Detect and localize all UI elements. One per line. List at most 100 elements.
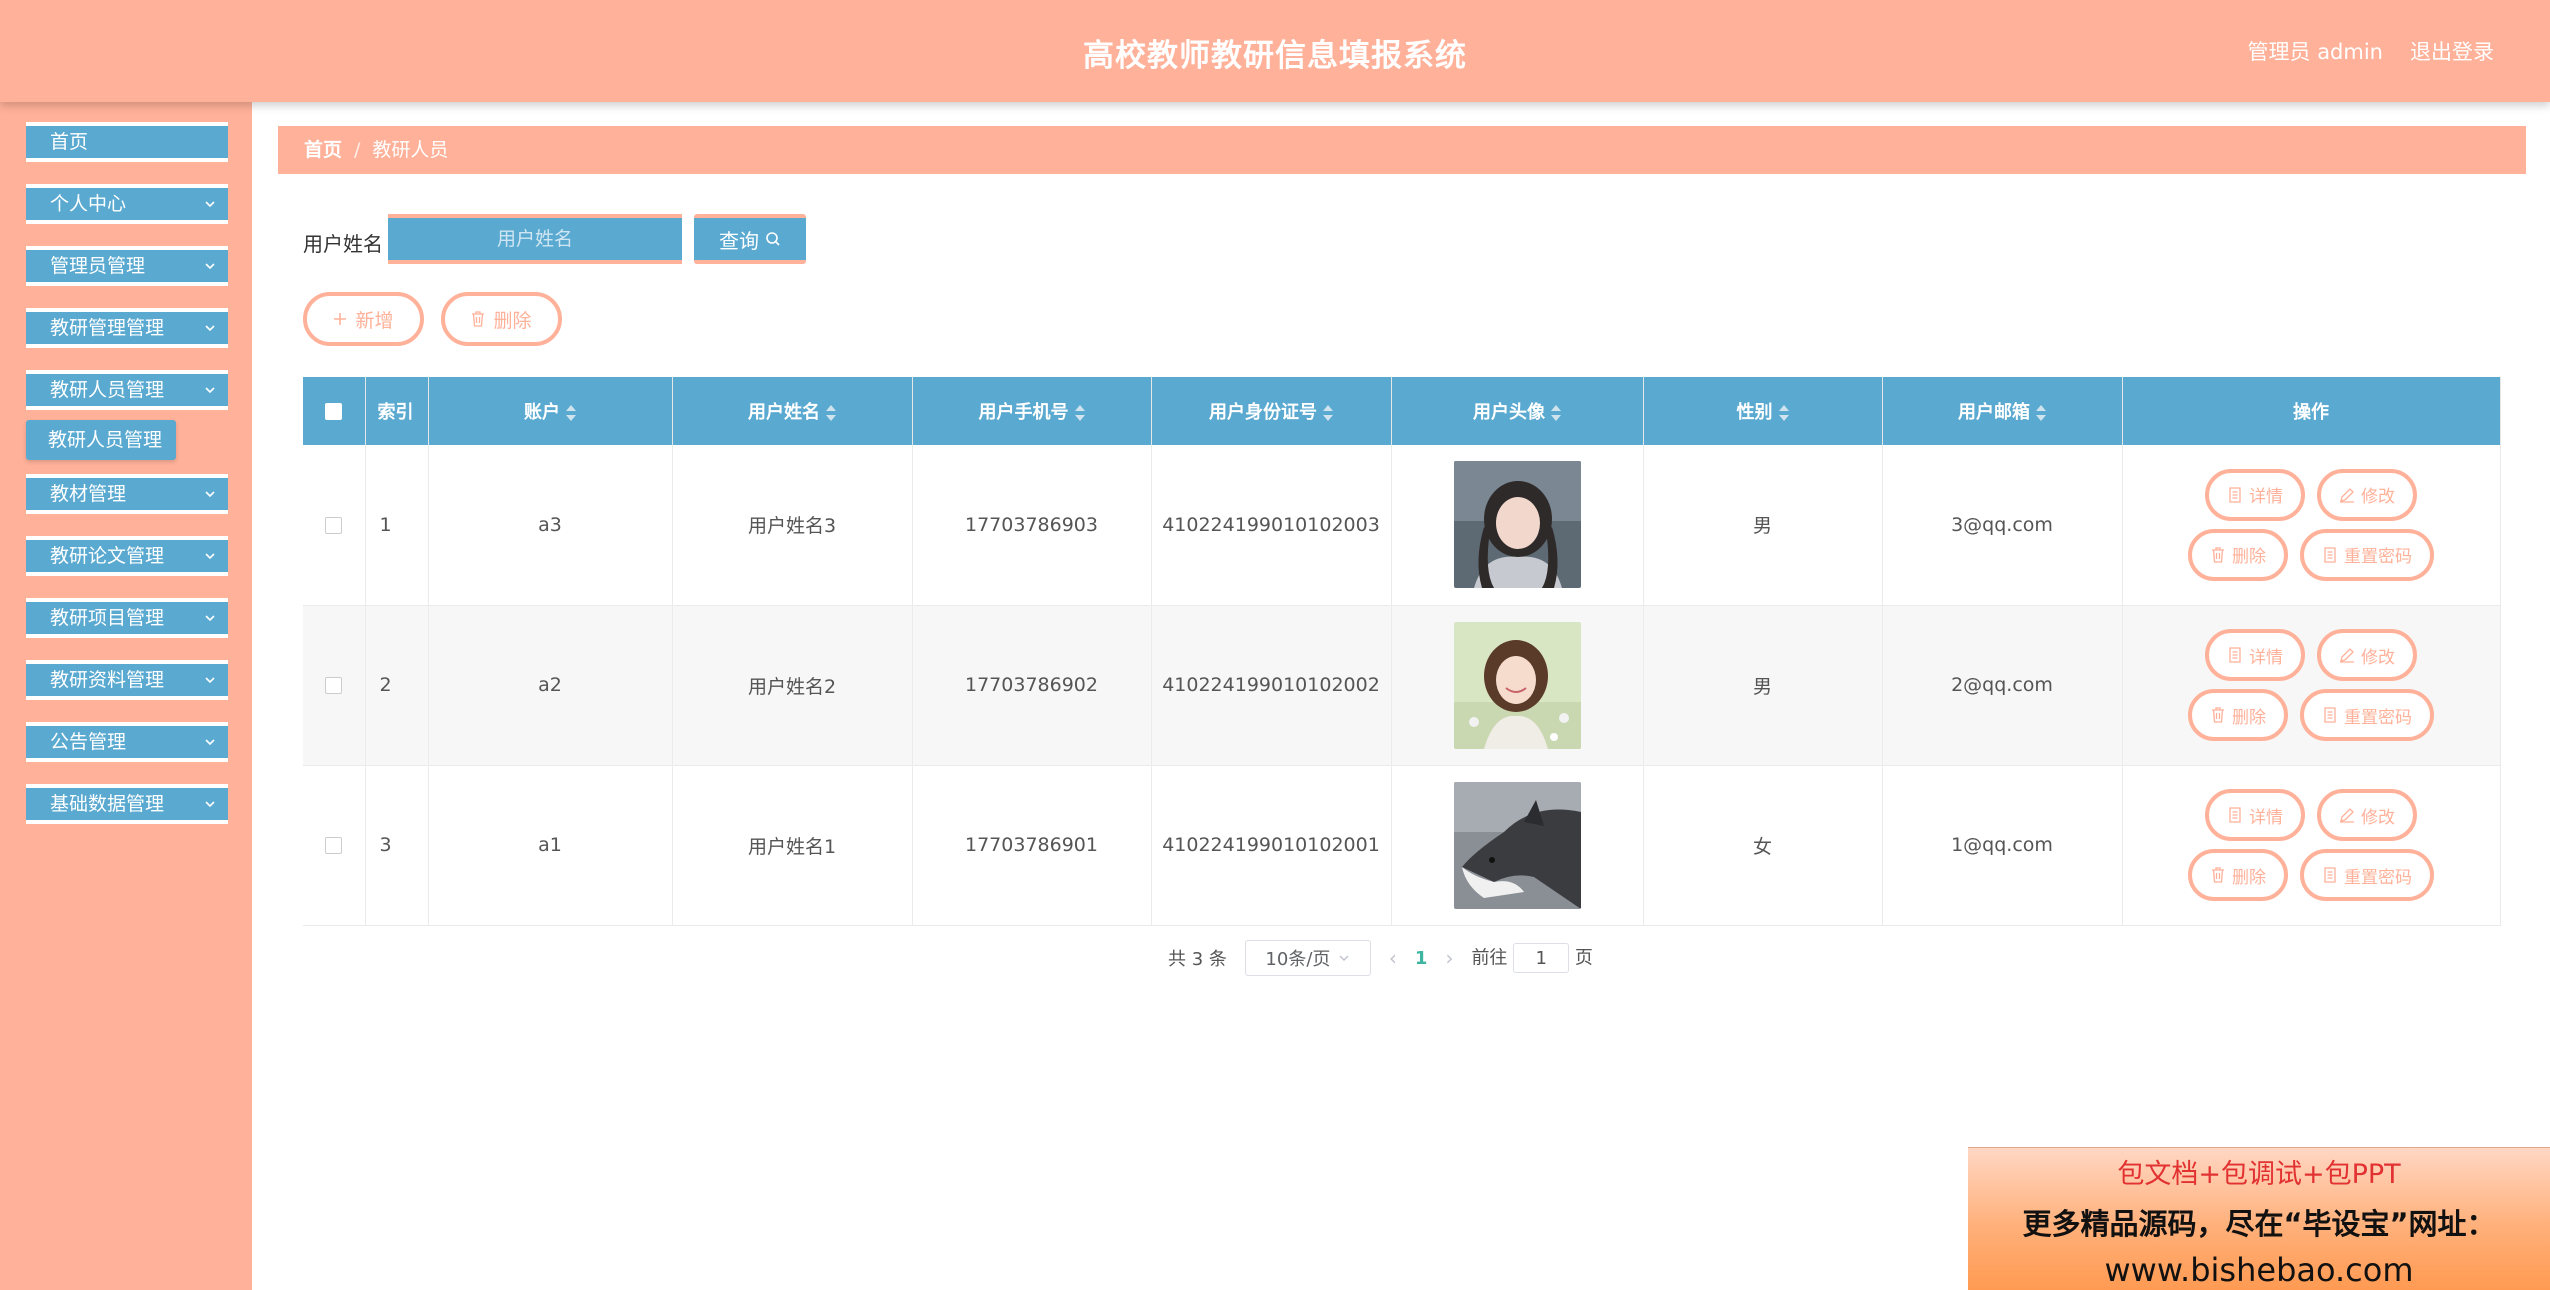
cell-index: 3 (365, 765, 429, 926)
document-icon (2324, 547, 2336, 563)
trash-icon (2212, 547, 2224, 563)
table-row: 1 a3 用户姓名3 17703786903 41022419901010200… (303, 445, 2501, 606)
breadcrumb-home[interactable]: 首页 (304, 139, 342, 161)
col-email[interactable]: 用户邮箱 (1882, 377, 2123, 445)
goto-prefix: 前往 (1471, 947, 1508, 969)
col-phone[interactable]: 用户手机号 (912, 377, 1152, 445)
col-gender-label: 性别 (1736, 402, 1773, 423)
col-ops: 操作 (2122, 377, 2501, 445)
pagination: 共 3 条 10条/页 ‹ 1 › 前往 页 (1168, 940, 1593, 976)
sidebar-item-textbooks[interactable]: 教材管理 (26, 474, 228, 514)
sort-icon (1778, 405, 1789, 421)
detail-button[interactable]: 详情 (2205, 468, 2305, 521)
search-button-label: 查询 (719, 228, 759, 253)
col-account[interactable]: 账户 (428, 377, 673, 445)
sidebar-item-materials[interactable]: 教研资料管理 (26, 660, 228, 700)
sidebar-item-home[interactable]: 首页 (26, 122, 228, 162)
col-id-card[interactable]: 用户身份证号 (1151, 377, 1392, 445)
sidebar-subitem-researchers[interactable]: 教研人员管理 (26, 420, 176, 460)
sort-icon (2036, 405, 2046, 421)
sidebar-item-label: 管理员管理 (50, 255, 146, 277)
document-icon (2229, 647, 2241, 663)
row-checkbox[interactable] (325, 677, 343, 694)
detail-button[interactable]: 详情 (2205, 789, 2305, 841)
search-input[interactable] (388, 214, 682, 264)
detail-button-label: 详情 (2249, 807, 2283, 828)
edit-button[interactable]: 修改 (2317, 789, 2417, 841)
chevron-down-icon (205, 325, 215, 332)
detail-button[interactable]: 详情 (2205, 629, 2305, 681)
bulk-delete-button-label: 删除 (493, 309, 532, 332)
avatar (1453, 621, 1581, 749)
reset-password-button[interactable]: 重置密码 (2300, 528, 2434, 581)
row-select-cell (303, 765, 366, 926)
cell-avatar (1391, 605, 1644, 766)
goto-label: 前往 页 (1471, 943, 1593, 973)
system-title: 高校教师教研信息填报系统 (1083, 38, 1467, 74)
col-avatar[interactable]: 用户头像 (1391, 377, 1644, 445)
cell-phone: 17703786903 (912, 445, 1152, 606)
delete-button[interactable]: 删除 (2188, 849, 2288, 901)
delete-button-label: 删除 (2232, 867, 2266, 888)
chevron-down-icon (205, 201, 215, 208)
cell-email: 2@qq.com (1882, 605, 2123, 766)
chevron-down-icon (205, 677, 215, 684)
chevron-down-icon (205, 801, 215, 808)
next-page-icon[interactable]: › (1445, 946, 1453, 970)
sidebar-item-label: 教研论文管理 (50, 545, 165, 567)
cell-index: 2 (365, 605, 429, 766)
page-size-select[interactable]: 10条/页 (1244, 940, 1371, 976)
col-gender[interactable]: 性别 (1643, 377, 1883, 445)
search-icon (766, 232, 780, 246)
cell-gender: 男 (1643, 445, 1883, 606)
sidebar-item-projects[interactable]: 教研项目管理 (26, 598, 228, 638)
cell-account: a1 (428, 765, 673, 926)
col-name[interactable]: 用户姓名 (672, 377, 913, 445)
cell-avatar (1391, 765, 1644, 926)
sidebar-item-research-management[interactable]: 教研管理管理 (26, 308, 228, 348)
table-header-row: 索引 账户 用户姓名 用户手机号 用户身份证号 用户头像 性别 用户邮箱 操作 (303, 377, 2501, 445)
sort-icon (1323, 405, 1333, 421)
sidebar-item-label: 教研人员管理 (50, 379, 165, 401)
row-select-cell (303, 445, 366, 606)
page-number-current[interactable]: 1 (1415, 948, 1428, 969)
sidebar-item-papers[interactable]: 教研论文管理 (26, 536, 228, 576)
row-select-cell (303, 605, 366, 766)
avatar (1453, 781, 1581, 909)
table-row: 3 a1 用户姓名1 17703786901 41022419901010200… (303, 765, 2501, 926)
chevron-down-icon (205, 739, 215, 746)
avatar (1453, 461, 1581, 589)
bulk-delete-button[interactable]: 删除 (441, 292, 562, 346)
delete-button[interactable]: 删除 (2188, 689, 2288, 741)
col-email-label: 用户邮箱 (1958, 402, 2030, 423)
edit-button[interactable]: 修改 (2317, 629, 2417, 681)
delete-button[interactable]: 删除 (2188, 528, 2288, 581)
reset-password-button[interactable]: 重置密码 (2300, 849, 2434, 901)
add-button[interactable]: 新增 (303, 292, 424, 346)
breadcrumb-separator: / (354, 139, 361, 161)
logout-link[interactable]: 退出登录 (2410, 36, 2494, 66)
add-button-label: 新增 (355, 309, 394, 332)
sidebar-item-personal-center[interactable]: 个人中心 (26, 184, 228, 224)
top-header: 高校教师教研信息填报系统 管理员 admin 退出登录 (0, 0, 2550, 102)
edit-icon (2340, 487, 2354, 503)
cell-name: 用户姓名1 (672, 765, 913, 926)
page-size-value: 10条/页 (1265, 949, 1331, 970)
edit-button[interactable]: 修改 (2317, 468, 2417, 521)
row-checkbox[interactable] (325, 516, 343, 534)
sidebar-item-base-data[interactable]: 基础数据管理 (26, 784, 228, 824)
sidebar-item-admin[interactable]: 管理员管理 (26, 246, 228, 286)
sidebar-item-label: 首页 (50, 131, 89, 153)
search-button[interactable]: 查询 (694, 214, 806, 264)
row-checkbox[interactable] (325, 837, 343, 854)
col-phone-label: 用户手机号 (978, 402, 1069, 423)
prev-page-icon[interactable]: ‹ (1389, 946, 1397, 970)
reset-password-button[interactable]: 重置密码 (2300, 689, 2434, 741)
sidebar-item-notices[interactable]: 公告管理 (26, 722, 228, 762)
select-all-checkbox[interactable] (325, 403, 343, 420)
sidebar-item-researchers[interactable]: 教研人员管理 (26, 370, 228, 410)
goto-page-input[interactable] (1513, 943, 1570, 973)
pagination-total: 共 3 条 (1168, 949, 1227, 970)
trash-icon (472, 311, 485, 327)
chevron-down-icon (205, 615, 215, 622)
